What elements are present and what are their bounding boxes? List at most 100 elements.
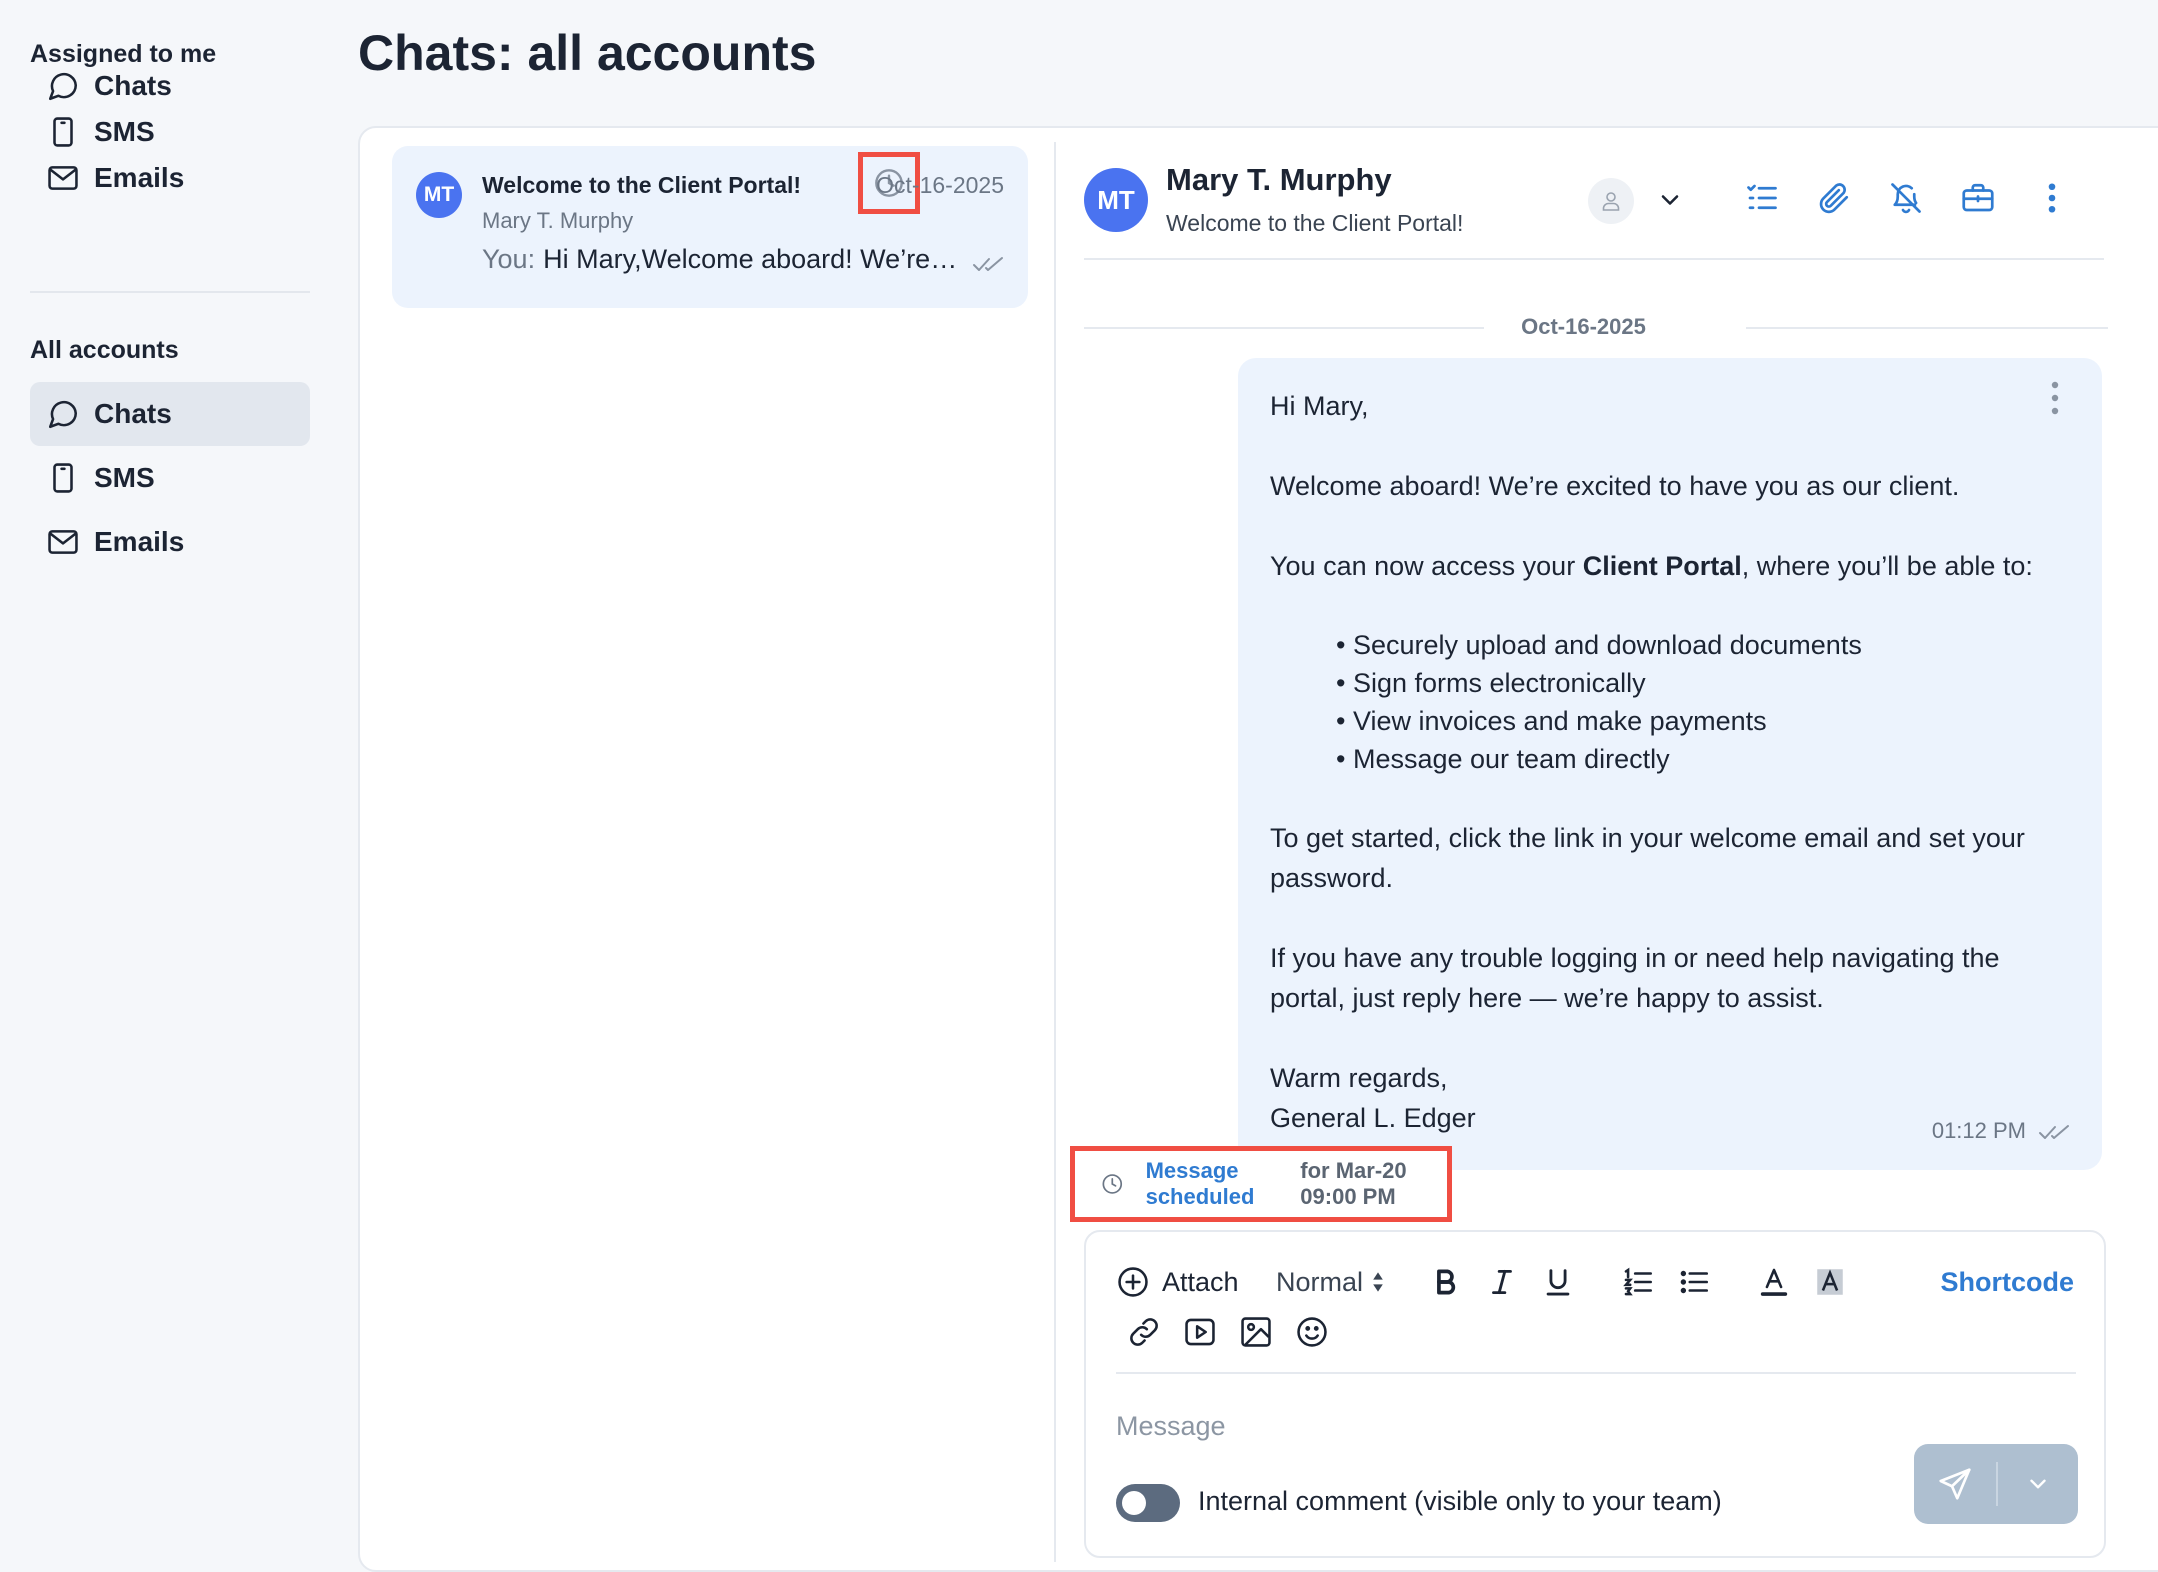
send-icon (1939, 1468, 1971, 1500)
phone-icon (53, 463, 73, 493)
internal-comment-toggle[interactable] (1116, 1484, 1180, 1522)
conversation-title: Welcome to the Client Portal! (482, 172, 802, 198)
highlight-button[interactable] (1810, 1262, 1850, 1302)
sidebar-item-label: SMS (94, 116, 155, 147)
chevron-down-icon (2030, 1479, 2046, 1489)
message-body: Hi Mary, Welcome aboard! We’re excited t… (1270, 386, 2060, 1138)
message-closing: Warm regards, (1270, 1063, 1448, 1093)
sidebar-divider (30, 291, 310, 293)
mail-icon (48, 530, 78, 554)
paperclip-icon (1819, 183, 1849, 214)
ordered-list-button[interactable] (1618, 1262, 1658, 1302)
double-check-icon (973, 257, 1003, 271)
bell-off-icon (1891, 183, 1921, 214)
insert-video-button[interactable] (1180, 1312, 1220, 1352)
message-line: If you have any trouble logging in or ne… (1270, 943, 2000, 1013)
sidebar-item-label: SMS (94, 462, 155, 493)
scheduled-message-notice: Message scheduled for Mar-20 09:00 PM (1070, 1146, 1452, 1222)
header-divider (1084, 258, 2104, 260)
avatar: MT (416, 172, 462, 218)
message-bullet-list: Securely upload and download documents S… (1336, 626, 2060, 778)
insert-image-button[interactable] (1236, 1312, 1276, 1352)
more-options-button[interactable] (2032, 178, 2072, 218)
underline-button[interactable] (1538, 1262, 1578, 1302)
bold-button[interactable] (1426, 1262, 1466, 1302)
clock-icon (1102, 1174, 1123, 1194)
attach-button[interactable]: Attach (1116, 1262, 1239, 1302)
chat-view: MT Mary T. Murphy Welcome to the Client … (1056, 128, 2158, 1570)
message-line: To get started, click the link in your w… (1270, 823, 2025, 893)
send-button[interactable] (1914, 1444, 1996, 1524)
preview-prefix: You: (482, 244, 536, 274)
conversation-preview: You: Hi Mary,Welcome aboard! We’re… (482, 244, 957, 275)
page-title: Chats: all accounts (358, 25, 817, 81)
send-options-button[interactable] (1998, 1444, 2078, 1524)
kebab-menu-icon (2048, 183, 2056, 213)
portfolio-button[interactable] (1958, 178, 1998, 218)
list-item: Securely upload and download documents (1336, 626, 2060, 664)
sidebar-item-label: Emails (94, 162, 185, 193)
chevron-down-icon[interactable] (1656, 186, 1684, 214)
italic-icon (1492, 1269, 1512, 1295)
insert-link-button[interactable] (1124, 1312, 1164, 1352)
message-input[interactable] (1116, 1404, 1816, 1448)
phone-icon (53, 117, 73, 147)
chat-bubble-icon (48, 72, 78, 101)
user-icon (1602, 192, 1620, 211)
send-button-group (1914, 1444, 2078, 1524)
updown-arrow-icon (1373, 1272, 1383, 1292)
preview-text: Hi Mary,Welcome aboard! We’re… (543, 244, 958, 274)
message-bubble: Hi Mary, Welcome aboard! We’re excited t… (1238, 358, 2102, 1170)
insert-emoji-button[interactable] (1292, 1312, 1332, 1352)
sidebar: Assigned to me Chats SMS Emails All acco… (0, 0, 340, 1572)
contact-avatar: MT (1084, 168, 1148, 232)
italic-button[interactable] (1482, 1262, 1522, 1302)
message-greeting: Hi Mary, (1270, 391, 1369, 421)
text-style-value: Normal (1276, 1266, 1364, 1297)
image-icon (1241, 1317, 1271, 1347)
text-color-button[interactable] (1754, 1262, 1794, 1302)
conversation-item[interactable]: MT Welcome to the Client Portal! Mary T.… (392, 146, 1028, 308)
attachments-button[interactable] (1814, 178, 1854, 218)
underline-icon (1546, 1269, 1570, 1296)
bullet-list-icon (1680, 1270, 1709, 1294)
bullet-list-button[interactable] (1674, 1262, 1714, 1302)
mail-icon (48, 166, 78, 190)
sidebar-item-label: Chats (94, 398, 172, 429)
emoji-icon (1297, 1317, 1327, 1347)
list-item: Sign forms electronically (1336, 664, 2060, 702)
text-color-icon (1760, 1268, 1788, 1296)
all-accounts-heading: All accounts (30, 336, 179, 364)
sidebar-item-label: Emails (94, 526, 185, 557)
list-item: View invoices and make payments (1336, 702, 2060, 740)
message-line: Welcome aboard! We’re excited to have yo… (1270, 471, 1960, 501)
sidebar-item-label: Chats (94, 70, 172, 101)
scheduled-message-link[interactable]: Message scheduled (1146, 1158, 1293, 1210)
message-menu-icon[interactable] (2048, 380, 2062, 416)
shortcode-button[interactable]: Shortcode (1940, 1262, 2074, 1302)
message-time: 01:12 PM (1931, 1118, 2026, 1143)
highlight-icon (1817, 1269, 1843, 1295)
scheduled-time: for Mar-20 09:00 PM (1300, 1158, 1407, 1209)
internal-comment-label: Internal comment (visible only to your t… (1198, 1486, 1722, 1516)
sidebar-item-all-chats[interactable]: Chats (30, 382, 310, 446)
assignee-button[interactable] (1588, 178, 1634, 224)
text-style-select[interactable]: Normal (1276, 1262, 1387, 1302)
bold-icon (1437, 1269, 1456, 1295)
conversation-list: MT Welcome to the Client Portal! Mary T.… (360, 128, 1056, 1570)
contact-name: Mary T. Murphy (1166, 162, 1392, 197)
video-icon (1185, 1318, 1215, 1346)
task-list-button[interactable] (1742, 178, 1782, 218)
date-separator-line (1746, 327, 2108, 329)
sidebar-item-all-emails[interactable]: Emails (30, 510, 310, 574)
conversation-date: Oct-16-2025 (876, 172, 1004, 198)
mute-notifications-button[interactable] (1886, 178, 1926, 218)
plus-circle-icon (1118, 1267, 1148, 1297)
message-composer: Attach Normal Shortcode Message Internal… (1084, 1230, 2106, 1558)
sidebar-item-all-sms[interactable]: SMS (30, 446, 310, 510)
double-check-icon (2039, 1125, 2069, 1139)
main-panel: MT Welcome to the Client Portal! Mary T.… (358, 126, 2158, 1572)
task-list-icon (1747, 184, 1777, 210)
briefcase-icon (1962, 183, 1994, 212)
sidebar-item-assigned-emails[interactable]: Emails (30, 146, 310, 210)
